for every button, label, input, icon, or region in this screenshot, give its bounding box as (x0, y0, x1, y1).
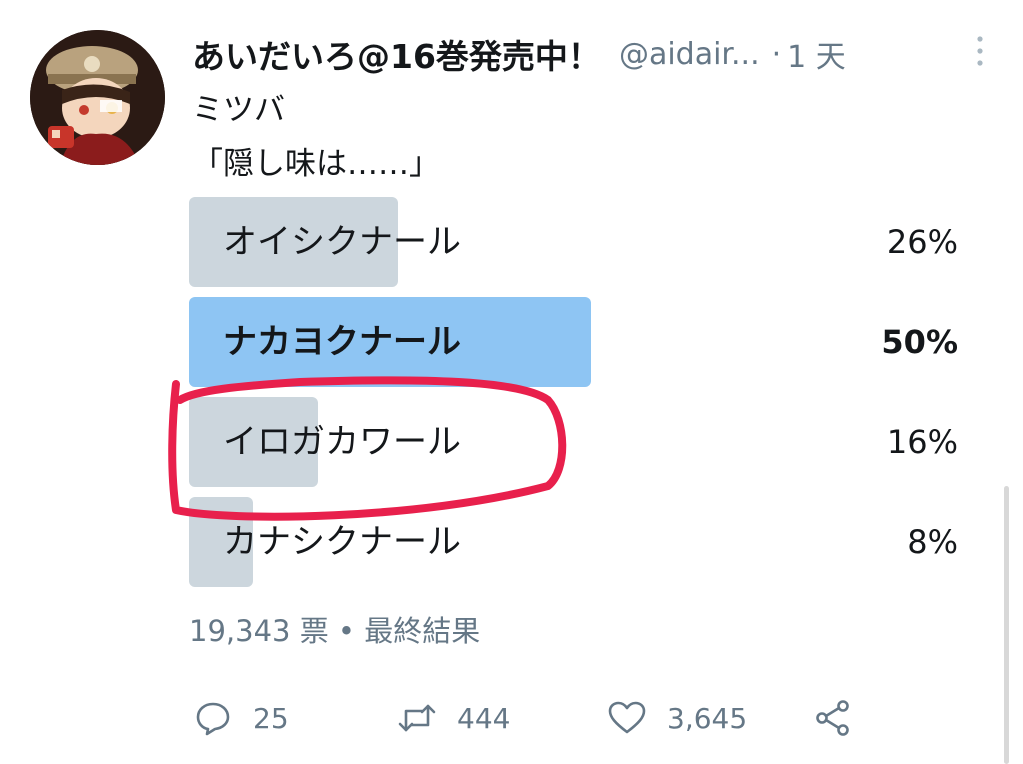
poll-option: ナカヨクナール 50% (189, 297, 964, 387)
retweet-count: 444 (457, 701, 511, 735)
poll-status: 最終結果 (364, 614, 481, 648)
tweet-text-line-1: ミツバ (192, 92, 285, 128)
reply-icon (196, 702, 230, 736)
tweet-header: あいだいろ@16巻発売中！ @aidair... · 1 天 (192, 28, 993, 80)
like-count: 3,645 (667, 701, 748, 735)
share-button[interactable] (813, 690, 853, 746)
avatar-image (30, 30, 165, 165)
poll-option-label: カナシクナール (223, 522, 461, 562)
poll-meta: 19,343 票 • 最終結果 (189, 608, 480, 650)
poll-meta-separator: • (337, 614, 356, 648)
reply-button[interactable]: 25 (193, 690, 289, 746)
poll-option-label: ナカヨクナール (223, 322, 461, 362)
poll-option-percent: 26% (886, 223, 958, 261)
reply-count: 25 (253, 701, 289, 735)
like-icon (608, 701, 646, 734)
poll-option: カナシクナール 8% (189, 497, 964, 587)
scrollbar[interactable] (1004, 486, 1009, 764)
poll-option-percent: 8% (907, 523, 958, 561)
more-vertical-icon[interactable] (973, 34, 987, 68)
avatar[interactable] (30, 30, 165, 165)
retweet-button[interactable]: 444 (397, 690, 510, 746)
header-separator: · (771, 36, 782, 72)
user-handle[interactable]: @aidair... (619, 37, 760, 72)
poll-option-label: オイシクナール (223, 222, 461, 262)
like-button[interactable]: 3,645 (607, 690, 747, 746)
poll-option-percent: 16% (886, 423, 958, 461)
display-name[interactable]: あいだいろ@16巻発売中！ (192, 30, 601, 78)
poll-option-label: イロガカワール (223, 422, 461, 462)
poll-option: イロガカワール 16% (189, 397, 964, 487)
share-icon (816, 700, 849, 736)
tweet-text-line-2: 「隠し味は……」 (192, 146, 440, 182)
action-bar: 25 444 3,645 (189, 690, 869, 746)
poll-votes: 19,343 票 (189, 614, 329, 648)
tweet-card[interactable]: あいだいろ@16巻発売中！ @aidair... · 1 天 ミツバ 「隠し味は… (0, 0, 1023, 764)
retweet-icon (398, 704, 436, 732)
poll-option-percent: 50% (881, 323, 958, 361)
poll-option: オイシクナール 26% (189, 197, 964, 287)
tweet-time[interactable]: 1 天 (787, 32, 846, 76)
